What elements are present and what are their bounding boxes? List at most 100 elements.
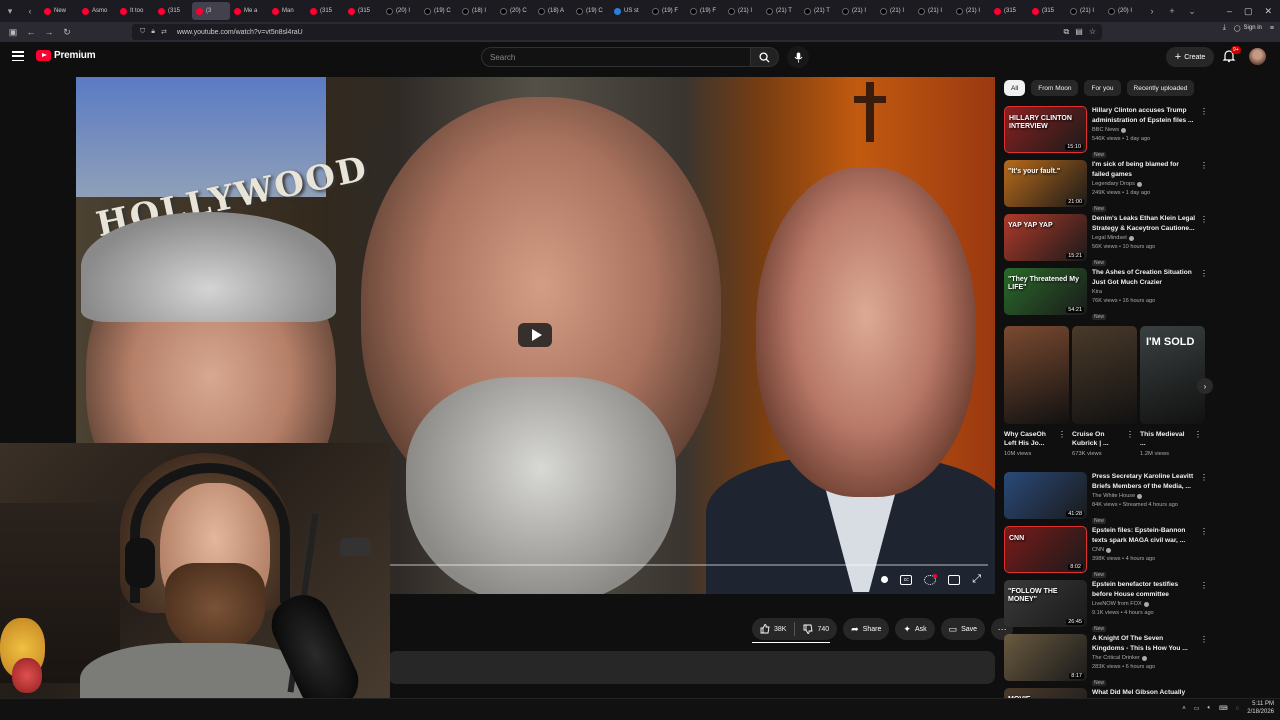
network-icon[interactable]: ▭ bbox=[1194, 705, 1200, 712]
browser-tab[interactable]: (21) I bbox=[1066, 2, 1104, 20]
create-button[interactable]: + Create bbox=[1166, 47, 1214, 67]
language-icon[interactable]: ⌨ bbox=[1219, 705, 1228, 712]
browser-tab[interactable]: (21) T bbox=[800, 2, 838, 20]
screenshot-icon[interactable]: ⧉ bbox=[1064, 27, 1070, 37]
short-item[interactable]: Cruise On Kubrick | ... 673K views ⋮ bbox=[1072, 326, 1137, 457]
recommended-video[interactable]: CNN 8:02 Epstein files: Epstein-Bannon tex… bbox=[1004, 526, 1209, 579]
permissions-icon[interactable]: ⇄ bbox=[161, 28, 167, 36]
app-menu-icon[interactable]: ≡ bbox=[1270, 25, 1274, 32]
browser-tab[interactable]: (315 bbox=[344, 2, 382, 20]
video-thumbnail[interactable]: "FOLLOW THE MONEY" 26:45 bbox=[1004, 580, 1087, 627]
downloads-icon[interactable]: ⤓ bbox=[1223, 24, 1226, 32]
new-tab-icon[interactable]: + bbox=[1164, 3, 1180, 19]
browser-tab[interactable]: (20) I bbox=[382, 2, 420, 20]
browser-tab[interactable]: (3 bbox=[192, 2, 230, 20]
user-avatar[interactable] bbox=[1249, 48, 1266, 65]
more-options-icon[interactable]: ⋮ bbox=[1200, 161, 1208, 170]
forward-icon[interactable]: → bbox=[40, 23, 58, 41]
recommended-video[interactable]: HILLARY CLINTON INTERVIEW 15:10 Hillary Cl… bbox=[1004, 106, 1209, 159]
more-options-icon[interactable]: ⋮ bbox=[1194, 430, 1202, 439]
recommended-video[interactable]: 41:28 Press Secretary Karoline Leavitt Br… bbox=[1004, 472, 1209, 525]
filter-chip[interactable]: All bbox=[1004, 80, 1026, 96]
minimize-icon[interactable]: – bbox=[1227, 6, 1232, 16]
channel-name[interactable]: Legal Mindset bbox=[1092, 234, 1127, 243]
close-window-icon[interactable]: ✕ bbox=[1264, 6, 1272, 17]
browser-tab[interactable]: (18) A bbox=[534, 2, 572, 20]
filter-chip[interactable]: From Moon bbox=[1031, 80, 1079, 96]
progress-bar[interactable] bbox=[388, 564, 988, 566]
browser-tab[interactable]: (20) I bbox=[1104, 2, 1142, 20]
browser-tab[interactable]: (315 bbox=[154, 2, 192, 20]
recommended-video[interactable]: YAP YAP YAP 15:21 Denim's Leaks Ethan Klei… bbox=[1004, 214, 1209, 267]
fullscreen-icon[interactable]: ⤢ bbox=[972, 573, 981, 586]
more-options-icon[interactable]: ⋮ bbox=[1200, 473, 1208, 482]
save-button[interactable]: ▭ Save bbox=[940, 618, 986, 640]
video-thumbnail[interactable]: CNN 8:02 bbox=[1004, 526, 1087, 573]
search-button[interactable] bbox=[751, 47, 779, 67]
hamburger-menu-icon[interactable] bbox=[12, 51, 24, 61]
tab-list-icon[interactable]: ▾ bbox=[2, 3, 18, 19]
browser-tab[interactable]: (21) I bbox=[914, 2, 952, 20]
channel-name[interactable]: BBC News bbox=[1092, 126, 1119, 135]
video-title[interactable]: Hillary Clinton accuses Trump administra… bbox=[1092, 106, 1197, 126]
browser-tab[interactable]: (19) F bbox=[686, 2, 724, 20]
browser-tab[interactable]: (19) F bbox=[648, 2, 686, 20]
description-box[interactable] bbox=[388, 651, 995, 684]
notification-tray-icon[interactable]: ◌ bbox=[1236, 706, 1240, 712]
signin-button[interactable]: ◯ Sign in bbox=[1234, 25, 1262, 32]
browser-tab[interactable]: (20) C bbox=[496, 2, 534, 20]
browser-tab[interactable]: Asmo bbox=[78, 2, 116, 20]
recommended-video[interactable]: "FOLLOW THE MONEY" 26:45 Epstein benefacto… bbox=[1004, 580, 1209, 633]
more-options-icon[interactable]: ⋮ bbox=[1200, 215, 1208, 224]
video-thumbnail[interactable]: "They Threatened My LIFE" 54:21 bbox=[1004, 268, 1087, 315]
like-button[interactable]: 38K bbox=[752, 618, 794, 640]
channel-name[interactable]: Legendary Drops bbox=[1092, 180, 1135, 189]
video-thumbnail[interactable]: "It's your fault." 21:00 bbox=[1004, 160, 1087, 207]
back-icon[interactable]: ← bbox=[22, 23, 40, 41]
search-input[interactable]: Search bbox=[481, 47, 751, 67]
more-options-icon[interactable]: ⋮ bbox=[1200, 269, 1208, 278]
back-tabs-icon[interactable]: ‹ bbox=[22, 3, 38, 19]
video-title[interactable]: Press Secretary Karoline Leavitt Briefs … bbox=[1092, 472, 1197, 492]
video-thumbnail[interactable]: 8:17 bbox=[1004, 634, 1087, 681]
short-title[interactable]: Why CaseOh Left His Jo... bbox=[1004, 430, 1056, 450]
youtube-premium-logo[interactable]: Premium bbox=[36, 50, 96, 61]
share-button[interactable]: ➦ Share bbox=[843, 618, 890, 640]
recommended-video[interactable]: "They Threatened My LIFE" 54:21 The Ashes … bbox=[1004, 268, 1209, 321]
browser-tab[interactable]: (21) I bbox=[952, 2, 990, 20]
browser-tab[interactable]: (315 bbox=[1028, 2, 1066, 20]
browser-tab[interactable]: (18) I bbox=[458, 2, 496, 20]
short-item[interactable]: Why CaseOh Left His Jo... 10M views ⋮ bbox=[1004, 326, 1069, 457]
browser-tab[interactable]: (21) I bbox=[724, 2, 762, 20]
channel-name[interactable]: LiveNOW from FOX bbox=[1092, 600, 1142, 609]
more-options-icon[interactable]: ⋮ bbox=[1200, 527, 1208, 536]
browser-tab[interactable]: (21) T bbox=[762, 2, 800, 20]
reload-icon[interactable]: ↻ bbox=[58, 23, 76, 41]
ask-button[interactable]: ✦ Ask bbox=[895, 618, 935, 640]
short-item[interactable]: I'M SOLD This Medieval ... 1.2M views ⋮ bbox=[1140, 326, 1205, 457]
url-text[interactable]: www.youtube.com/watch?v=vt5n8sl4raU bbox=[177, 29, 303, 36]
subtitles-icon[interactable]: cc bbox=[900, 574, 913, 585]
browser-tab[interactable]: It too bbox=[116, 2, 154, 20]
recommended-video[interactable]: MOVIEWhat Did Mel Gibson Actually bbox=[1004, 688, 1209, 720]
play-button-icon[interactable] bbox=[518, 323, 552, 347]
tab-overflow-icon[interactable]: ⌄ bbox=[1184, 3, 1200, 19]
browser-tab[interactable]: Me a bbox=[230, 2, 268, 20]
browser-tab[interactable]: (315 bbox=[306, 2, 344, 20]
browser-tab[interactable]: Man bbox=[268, 2, 306, 20]
voice-search-button[interactable] bbox=[787, 46, 809, 68]
more-options-icon[interactable]: ⋮ bbox=[1126, 430, 1134, 439]
browser-tab[interactable]: (21) I bbox=[876, 2, 914, 20]
browser-tab[interactable]: (19) C bbox=[420, 2, 458, 20]
scroll-tabs-right-icon[interactable]: › bbox=[1144, 3, 1160, 19]
short-title[interactable]: This Medieval ... bbox=[1140, 430, 1192, 450]
more-options-icon[interactable]: ⋮ bbox=[1058, 430, 1066, 439]
browser-tab[interactable]: New bbox=[40, 2, 78, 20]
sidebar-toggle-icon[interactable]: ▣ bbox=[4, 23, 22, 41]
lock-icon[interactable]: 🔒︎ bbox=[151, 28, 155, 36]
browser-tab[interactable]: (21) I bbox=[838, 2, 876, 20]
dislike-button[interactable]: 740 bbox=[795, 618, 837, 640]
recommended-video[interactable]: 8:17 A Knight Of The Seven Kingdoms - Thi… bbox=[1004, 634, 1209, 687]
channel-name[interactable]: The Critical Drinker bbox=[1092, 654, 1140, 663]
video-title[interactable]: What Did Mel Gibson Actually bbox=[1092, 688, 1197, 698]
